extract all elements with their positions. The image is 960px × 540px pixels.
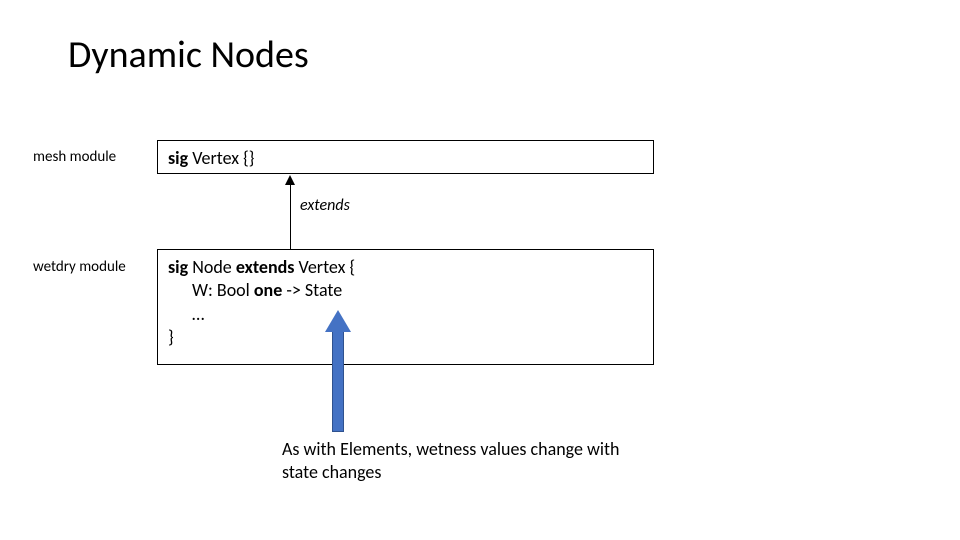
text-w-bool: W: Bool <box>192 279 254 301</box>
label-mesh-module: mesh module <box>33 148 116 166</box>
label-wetdry-module: wetdry module <box>33 258 126 276</box>
keyword-sig: sig <box>168 147 188 169</box>
arrow-extends <box>290 175 291 249</box>
text-ellipsis: … <box>192 303 643 326</box>
box-sig-node: sig Node extends Vertex { W: Bool one ->… <box>157 249 654 365</box>
text-state: -> State <box>282 279 342 301</box>
keyword-sig-2: sig <box>168 256 188 278</box>
label-extends: extends <box>300 196 350 215</box>
keyword-extends: extends <box>236 256 295 278</box>
text-close-brace: } <box>168 326 643 349</box>
text-vertex-decl: Vertex {} <box>188 147 254 169</box>
keyword-one: one <box>254 279 282 301</box>
box-sig-vertex: sig Vertex {} <box>157 140 654 174</box>
arrow-annotation <box>332 310 344 432</box>
slide-title: Dynamic Nodes <box>68 32 309 78</box>
text-vertex-open: Vertex { <box>294 256 355 278</box>
caption-text: As with Elements, wetness values change … <box>282 438 642 483</box>
text-node: Node <box>188 256 236 278</box>
